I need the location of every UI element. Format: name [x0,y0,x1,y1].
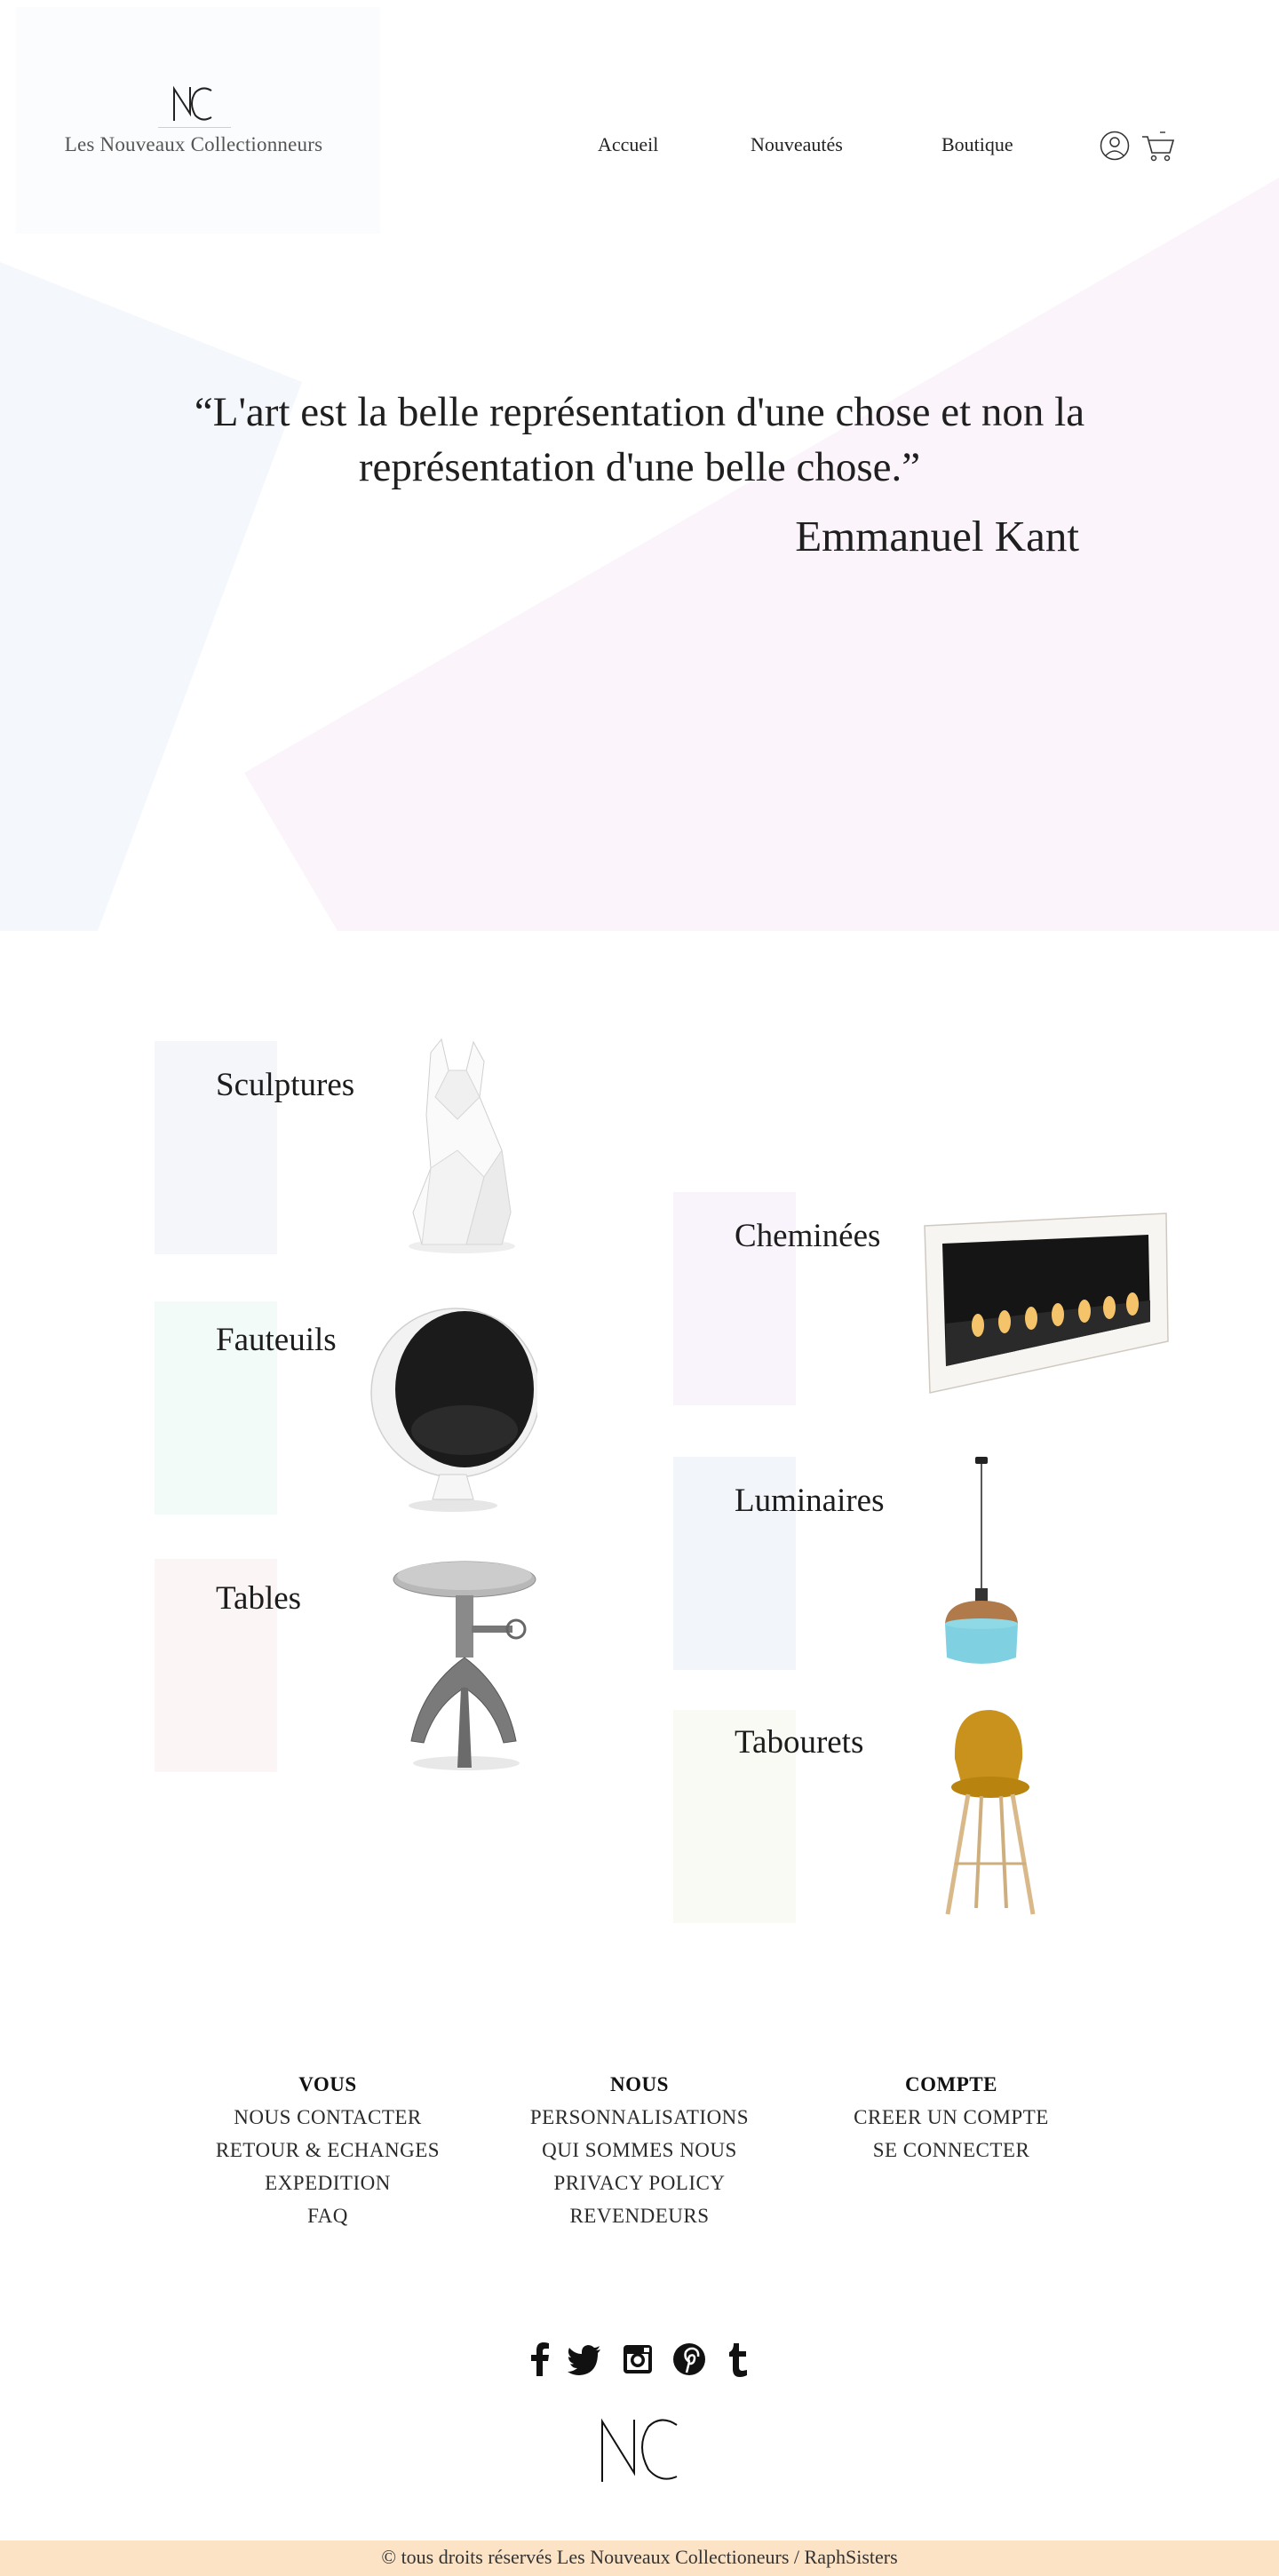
instagram-icon[interactable] [620,2341,655,2378]
industrial-table-image[interactable] [386,1554,546,1777]
copyright-text: © tous droits réservés Les Nouveaux Coll… [381,2546,898,2568]
hero-quote: “L'art est la belle représentation d'une… [194,389,1085,490]
footer-link-contact[interactable]: NOUS CONTACTER [195,2101,461,2134]
footer-column-compte: COMPTE CREER UN COMPTE SE CONNECTER [818,2068,1084,2167]
footer-link-privacy[interactable]: PRIVACY POLICY [506,2167,773,2199]
category-label-tables[interactable]: Tables [216,1579,301,1618]
footer-link-faq[interactable]: FAQ [195,2199,461,2232]
footer-link-about[interactable]: QUI SOMMES NOUS [506,2134,773,2167]
facebook-icon[interactable] [522,2341,558,2378]
category-label-sculptures[interactable]: Sculptures [216,1066,354,1104]
category-label-tabourets[interactable]: Tabourets [735,1723,863,1761]
footer-heading-vous: VOUS [298,2073,357,2095]
footer-link-resellers[interactable]: REVENDEURS [506,2199,773,2232]
pinterest-icon[interactable] [671,2341,707,2378]
pendant-lamp-image[interactable] [906,1457,1057,1674]
fireplace-image[interactable] [919,1208,1172,1399]
sculpture-fox-image[interactable] [377,1035,537,1257]
footer-link-customization[interactable]: PERSONNALISATIONS [506,2101,773,2134]
footer-link-login[interactable]: SE CONNECTER [818,2134,1084,2167]
twitter-icon[interactable] [567,2341,602,2378]
brand-name[interactable]: Les Nouveaux Collectionneurs [16,133,371,156]
category-label-luminaires[interactable]: Luminaires [735,1482,885,1520]
egg-chair-image[interactable] [369,1297,537,1515]
footer-column-nous: NOUS PERSONNALISATIONS QUI SOMMES NOUS P… [506,2068,773,2232]
footer-link-create-account[interactable]: CREER UN COMPTE [818,2101,1084,2134]
category-label-cheminees[interactable]: Cheminées [735,1217,880,1255]
footer-heading-compte: COMPTE [905,2073,997,2095]
bar-stool-image[interactable] [919,1705,1061,1923]
nav-new-arrivals[interactable]: Nouveautés [751,133,843,156]
footer-link-returns[interactable]: RETOUR & ECHANGES [195,2134,461,2167]
nav-shop[interactable]: Boutique [941,133,1013,156]
tumblr-icon[interactable] [721,2341,757,2378]
category-label-fauteuils[interactable]: Fauteuils [216,1321,337,1359]
footer-heading-nous: NOUS [610,2073,669,2095]
shopping-cart-icon[interactable] [1140,130,1176,163]
nav-home[interactable]: Accueil [598,133,658,156]
footer-nc-logo-icon[interactable] [595,2416,684,2487]
footer-column-vous: VOUS NOUS CONTACTER RETOUR & ECHANGES EX… [195,2068,461,2232]
quote-author: Emmanuel Kant [795,512,1079,561]
logo-divider [158,127,231,128]
footer-link-shipping[interactable]: EXPEDITION [195,2167,461,2199]
hero-section: Les Nouveaux Collectionneurs Accueil Nou… [0,0,1279,931]
user-account-icon[interactable] [1100,131,1130,161]
nc-logo-icon[interactable] [160,78,222,131]
